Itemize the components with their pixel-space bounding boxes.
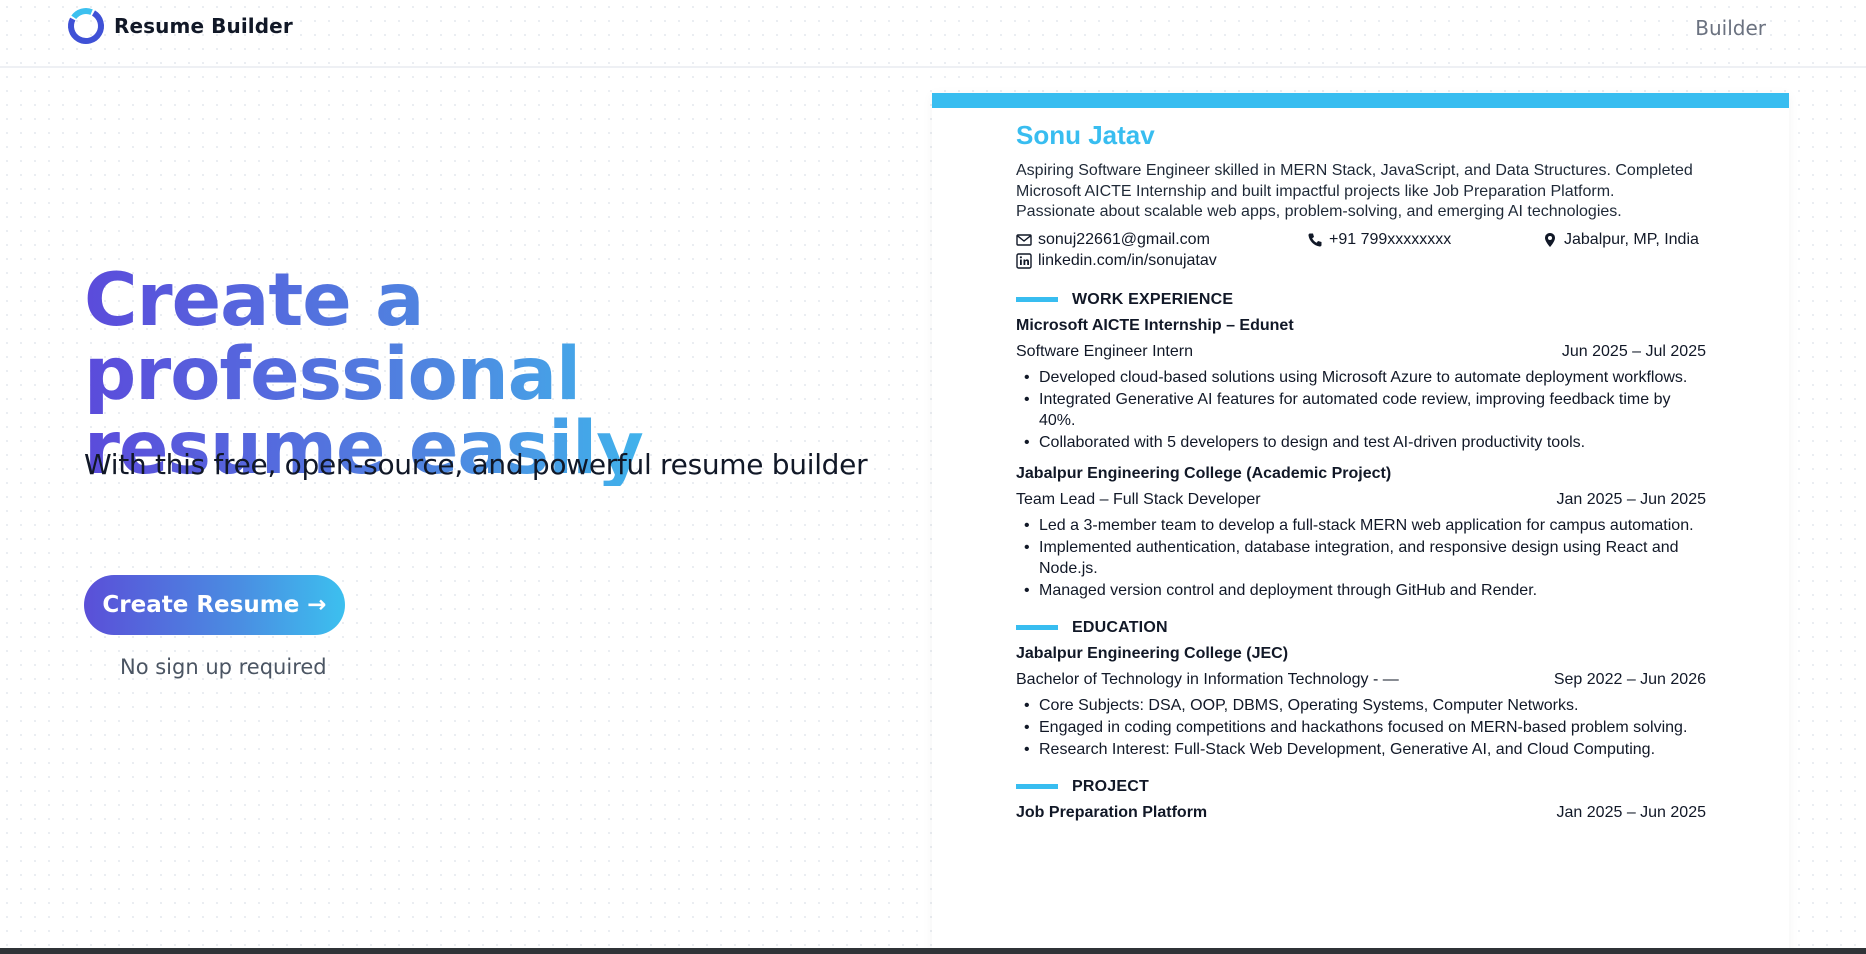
contact-phone: +91 799xxxxxxxx <box>1307 231 1451 249</box>
bullet-item: Integrated Generative AI features for au… <box>1016 389 1706 431</box>
entry-bullets: Led a 3-member team to develop a full-st… <box>1016 515 1706 601</box>
section-title: WORK EXPERIENCE <box>1072 290 1234 308</box>
project-entry: Job Preparation Platform Jan 2025 – Jun … <box>1016 804 1706 822</box>
contact-location-text: Jabalpur, MP, India <box>1564 230 1699 248</box>
contact-info: sonuj22661@gmail.com +91 799xxxxxxxx Jab… <box>1016 231 1706 273</box>
resume-name: Sonu Jatav <box>1016 120 1155 150</box>
entry-bullets: Developed cloud-based solutions using Mi… <box>1016 367 1706 453</box>
entry-role-line: Team Lead – Full Stack Developer Jan 202… <box>1016 491 1706 509</box>
nav-link-builder[interactable]: Builder <box>1695 16 1766 40</box>
work-entry: Jabalpur Engineering College (Academic P… <box>1016 465 1706 601</box>
entry-degree-line: Bachelor of Technology in Information Te… <box>1016 671 1706 689</box>
entry-dates: Jun 2025 – Jul 2025 <box>1561 342 1706 360</box>
resume-preview: Sonu Jatav Aspiring Software Engineer sk… <box>932 93 1789 954</box>
top-navbar: Resume Builder Builder <box>0 0 1866 68</box>
section-title: PROJECT <box>1072 777 1149 795</box>
logo-ring-icon <box>68 8 104 44</box>
hero-title-line-1: Create a professional <box>84 258 581 417</box>
section-work-experience: WORK EXPERIENCE <box>1016 291 1706 309</box>
contact-email-text: sonuj22661@gmail.com <box>1038 230 1210 248</box>
linkedin-icon <box>1016 252 1032 269</box>
entry-dates: Jan 2025 – Jun 2025 <box>1556 490 1706 508</box>
contact-email: sonuj22661@gmail.com <box>1016 231 1210 249</box>
app-name: Resume Builder <box>114 14 293 38</box>
mail-icon <box>1016 233 1032 246</box>
section-project: PROJECT <box>1016 778 1706 796</box>
section-accent-bar <box>1016 297 1058 302</box>
bullet-item: Developed cloud-based solutions using Mi… <box>1016 367 1706 388</box>
bullet-item: Implemented authentication, database int… <box>1016 537 1706 579</box>
bullet-item: Led a 3-member team to develop a full-st… <box>1016 515 1706 536</box>
contact-linkedin-text: linkedin.com/in/sonujatav <box>1038 251 1217 269</box>
entry-organization: Microsoft AICTE Internship – Edunet <box>1016 316 1294 334</box>
section-accent-bar <box>1016 625 1058 630</box>
entry-role: Software Engineer Intern <box>1016 342 1193 360</box>
entry-bullets: Core Subjects: DSA, OOP, DBMS, Operating… <box>1016 695 1706 760</box>
entry-organization: Jabalpur Engineering College (Academic P… <box>1016 464 1392 482</box>
entry-role: Team Lead – Full Stack Developer <box>1016 490 1261 508</box>
contact-phone-text: +91 799xxxxxxxx <box>1329 230 1452 248</box>
contact-location: Jabalpur, MP, India <box>1542 231 1699 249</box>
project-name: Job Preparation Platform <box>1016 803 1208 821</box>
entry-dates: Sep 2022 – Jun 2026 <box>1553 670 1706 688</box>
create-resume-button[interactable]: Create Resume → <box>84 575 345 635</box>
project-dates: Jan 2025 – Jun 2025 <box>1556 803 1706 821</box>
section-title: EDUCATION <box>1072 618 1168 636</box>
bullet-item: Core Subjects: DSA, OOP, DBMS, Operating… <box>1016 695 1706 716</box>
no-signup-note: No sign up required <box>120 655 327 679</box>
section-accent-bar <box>1016 784 1058 789</box>
bullet-item: Engaged in coding competitions and hacka… <box>1016 717 1706 738</box>
logo[interactable]: Resume Builder <box>66 6 293 46</box>
contact-linkedin[interactable]: linkedin.com/in/sonujatav <box>1016 252 1217 270</box>
section-education: EDUCATION <box>1016 619 1706 637</box>
phone-icon <box>1308 233 1322 247</box>
taskbar-edge <box>0 948 1866 954</box>
bullet-item: Managed version control and deployment t… <box>1016 580 1706 601</box>
resume-summary: Aspiring Software Engineer skilled in ME… <box>1016 162 1693 220</box>
education-entry: Jabalpur Engineering College (JEC) Bache… <box>1016 645 1706 760</box>
entry-role-line: Software Engineer Intern Jun 2025 – Jul … <box>1016 343 1706 361</box>
bullet-item: Research Interest: Full-Stack Web Develo… <box>1016 739 1706 760</box>
entry-organization: Jabalpur Engineering College (JEC) <box>1016 644 1289 662</box>
hero-subtitle: With this free, open-source, and powerfu… <box>84 448 868 481</box>
bullet-item: Collaborated with 5 developers to design… <box>1016 432 1706 453</box>
entry-degree: Bachelor of Technology in Information Te… <box>1016 670 1399 688</box>
work-entry: Microsoft AICTE Internship – Edunet Soft… <box>1016 317 1706 453</box>
map-pin-icon <box>1545 232 1555 247</box>
